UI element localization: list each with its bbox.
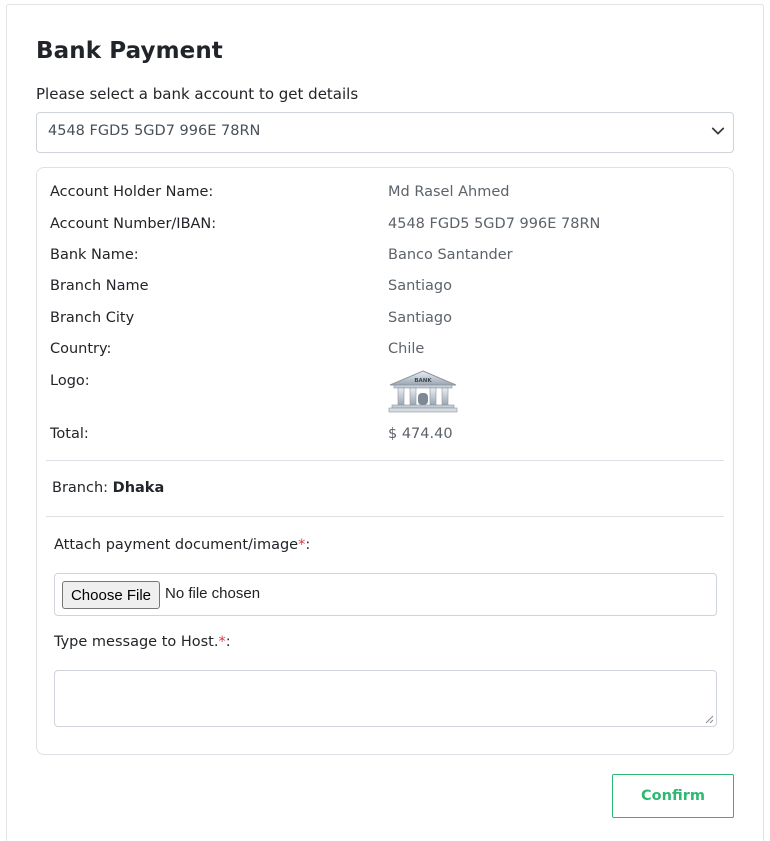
detail-key: Total: [50,426,89,442]
label-suffix: : [305,537,311,553]
confirm-button[interactable]: Confirm [612,774,734,818]
detail-key: Bank Name: [50,247,139,263]
resize-grip-icon[interactable] [705,715,714,724]
detail-key: Country: [50,341,112,357]
divider [46,460,724,461]
detail-value: $ 474.40 [388,426,453,442]
file-status: No file chosen [165,585,261,602]
required-mark: * [218,634,226,650]
message-label-text: Type message to Host. [54,634,219,650]
select-label: Please select a bank account to get deta… [36,85,359,103]
branch-line: Branch: Dhaka [52,480,164,496]
detail-value: Chile [388,341,425,357]
divider [46,516,724,517]
chevron-down-icon [711,127,725,135]
label-suffix: : [225,634,231,650]
file-input[interactable]: Choose File No file chosen [54,573,717,616]
bank-account-select[interactable]: 4548 FGD5 5GD7 996E 78RN [36,112,734,153]
detail-value: Santiago [388,278,452,294]
branch-label: Branch: [52,480,109,496]
detail-key: Logo: [50,373,90,389]
branch-name: Dhaka [112,480,165,496]
message-textarea[interactable] [54,670,717,727]
bank-logo-text: BANK [414,378,432,384]
bank-account-select-value: 4548 FGD5 5GD7 996E 78RN [48,123,261,139]
choose-file-button[interactable]: Choose File [62,581,160,609]
detail-key: Account Number/IBAN: [50,216,217,232]
attach-label-text: Attach payment document/image [54,537,299,553]
page-title: Bank Payment [36,38,223,64]
detail-value: Santiago [388,310,452,326]
attach-label: Attach payment document/image*: [54,537,310,553]
detail-key: Account Holder Name: [50,184,214,200]
bank-logo-icon: BANK [388,370,458,413]
bank-details-panel: Account Holder Name: Md Rasel Ahmed Acco… [36,167,734,755]
detail-value: Banco Santander [388,247,513,263]
detail-key: Branch City [50,310,135,326]
message-label: Type message to Host.*: [54,634,231,650]
detail-value: Md Rasel Ahmed [388,184,510,200]
detail-value: 4548 FGD5 5GD7 996E 78RN [388,216,601,232]
detail-key: Branch Name [50,278,149,294]
